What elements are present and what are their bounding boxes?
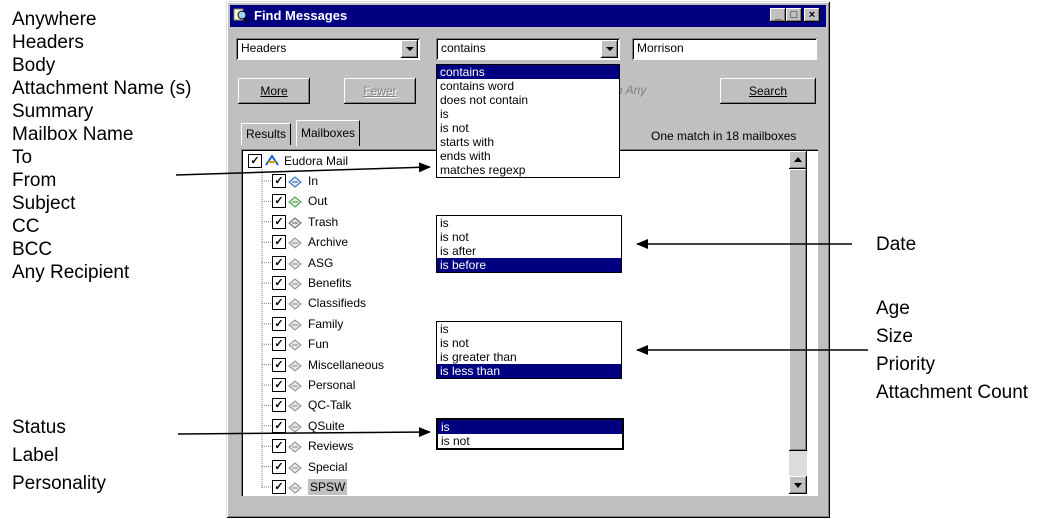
tab-mailboxes[interactable]: Mailboxes [296,120,361,146]
arrow-mailbox-name [175,162,431,176]
annotation-arrows [175,162,868,438]
arrow-status [177,427,431,438]
